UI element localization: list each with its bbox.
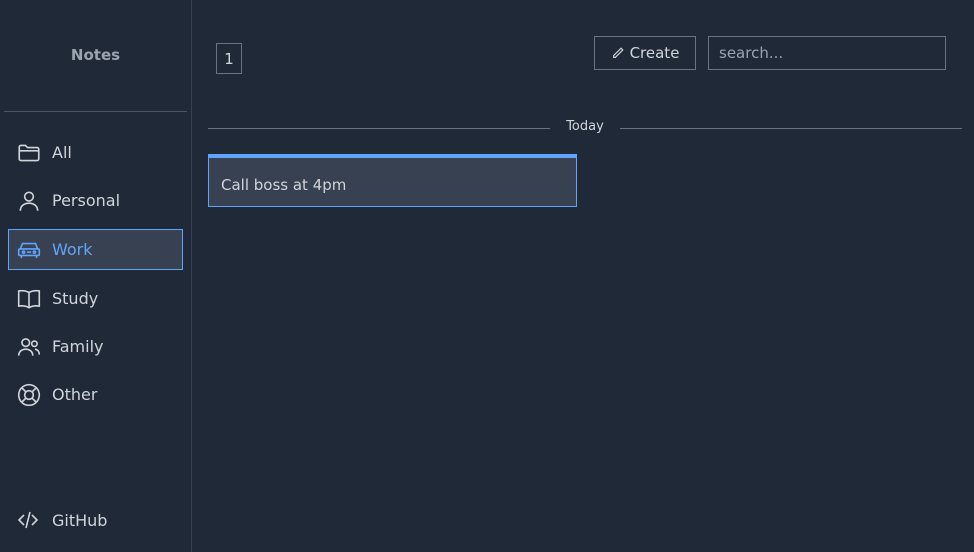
app-title: Notes	[70, 46, 121, 64]
page-number-button[interactable]: 1	[216, 43, 242, 74]
github-link[interactable]: GitHub	[16, 508, 107, 532]
date-group-label: Today	[566, 119, 604, 134]
sidebar-item-label: Personal	[52, 191, 121, 210]
sidebar-item-label: Study	[52, 289, 99, 308]
main-content: 1 Create Today Call boss at 4pm	[192, 0, 974, 552]
notes-app: Notes All Personal Work Study Family Oth…	[0, 0, 974, 552]
sidebar: Notes All Personal Work Study Family Oth…	[0, 0, 192, 552]
sidebar-item-label: Family	[52, 337, 104, 356]
sidebar-item-label: All	[52, 143, 72, 162]
sidebar-item-label: Work	[52, 240, 93, 259]
divider-line	[620, 128, 962, 129]
book-icon	[16, 286, 42, 312]
pencil-icon	[611, 46, 630, 60]
note-card[interactable]: Call boss at 4pm	[208, 154, 577, 207]
note-text: Call boss at 4pm	[221, 176, 347, 194]
sidebar-item-family[interactable]: Family	[8, 326, 183, 367]
user-icon	[16, 188, 42, 214]
folder-icon	[16, 140, 42, 166]
lifebuoy-icon	[16, 382, 42, 408]
sidebar-item-work[interactable]: Work	[8, 229, 183, 270]
code-icon	[16, 508, 52, 532]
sidebar-item-personal[interactable]: Personal	[8, 180, 183, 221]
sidebar-item-study[interactable]: Study	[8, 278, 183, 319]
divider-line	[208, 128, 550, 129]
sidebar-item-label: Other	[52, 385, 98, 404]
sidebar-divider	[4, 111, 187, 112]
users-icon	[16, 334, 42, 360]
car-icon	[16, 237, 42, 263]
create-label: Create	[629, 44, 680, 62]
sidebar-item-other[interactable]: Other	[8, 374, 183, 415]
create-button[interactable]: Create	[594, 36, 696, 70]
github-label: GitHub	[52, 510, 108, 530]
search-input[interactable]	[708, 36, 946, 70]
sidebar-item-all[interactable]: All	[8, 132, 183, 173]
